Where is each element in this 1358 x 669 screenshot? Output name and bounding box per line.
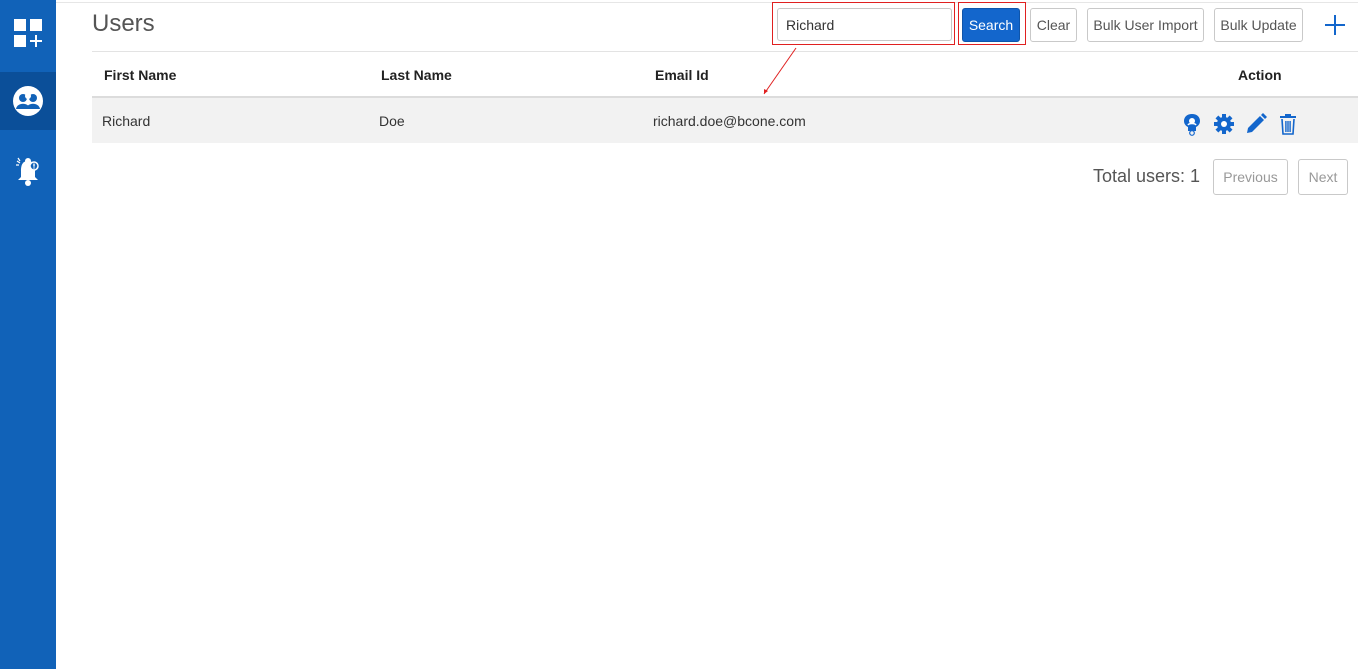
search-input[interactable] [777, 8, 952, 41]
gear-icon[interactable] [1212, 112, 1236, 136]
cell-email: richard.doe@bcone.com [653, 113, 806, 129]
column-header-last-name: Last Name [381, 67, 452, 83]
next-button[interactable]: Next [1298, 159, 1348, 195]
add-user-button[interactable] [1322, 12, 1348, 38]
page-title: Users [92, 10, 155, 37]
sidebar-item-notifications[interactable] [0, 142, 56, 200]
cell-last-name: Doe [379, 113, 405, 129]
dashboard-add-icon [14, 19, 42, 47]
user-access-icon[interactable] [1180, 112, 1204, 136]
previous-button[interactable]: Previous [1213, 159, 1288, 195]
header-divider [92, 51, 1358, 52]
column-header-first-name: First Name [104, 67, 177, 83]
total-users-count: Total users: 1 [1093, 166, 1201, 186]
annotation-arrow [763, 47, 797, 95]
sidebar-item-dashboard[interactable] [0, 4, 56, 62]
bulk-update-button[interactable]: Bulk Update [1214, 8, 1303, 42]
top-divider [56, 2, 1358, 3]
sidebar-item-users[interactable] [0, 72, 56, 130]
pencil-icon[interactable] [1244, 112, 1268, 136]
users-group-icon [13, 86, 43, 116]
bulk-user-import-button[interactable]: Bulk User Import [1087, 8, 1204, 42]
bell-alert-icon [16, 157, 39, 186]
cell-first-name: Richard [102, 113, 151, 129]
clear-button[interactable]: Clear [1030, 8, 1077, 42]
trash-icon[interactable] [1276, 112, 1300, 136]
sidebar [0, 0, 56, 669]
column-header-email: Email Id [655, 67, 709, 83]
search-button[interactable]: Search [962, 8, 1020, 42]
column-header-action: Action [1238, 67, 1282, 83]
